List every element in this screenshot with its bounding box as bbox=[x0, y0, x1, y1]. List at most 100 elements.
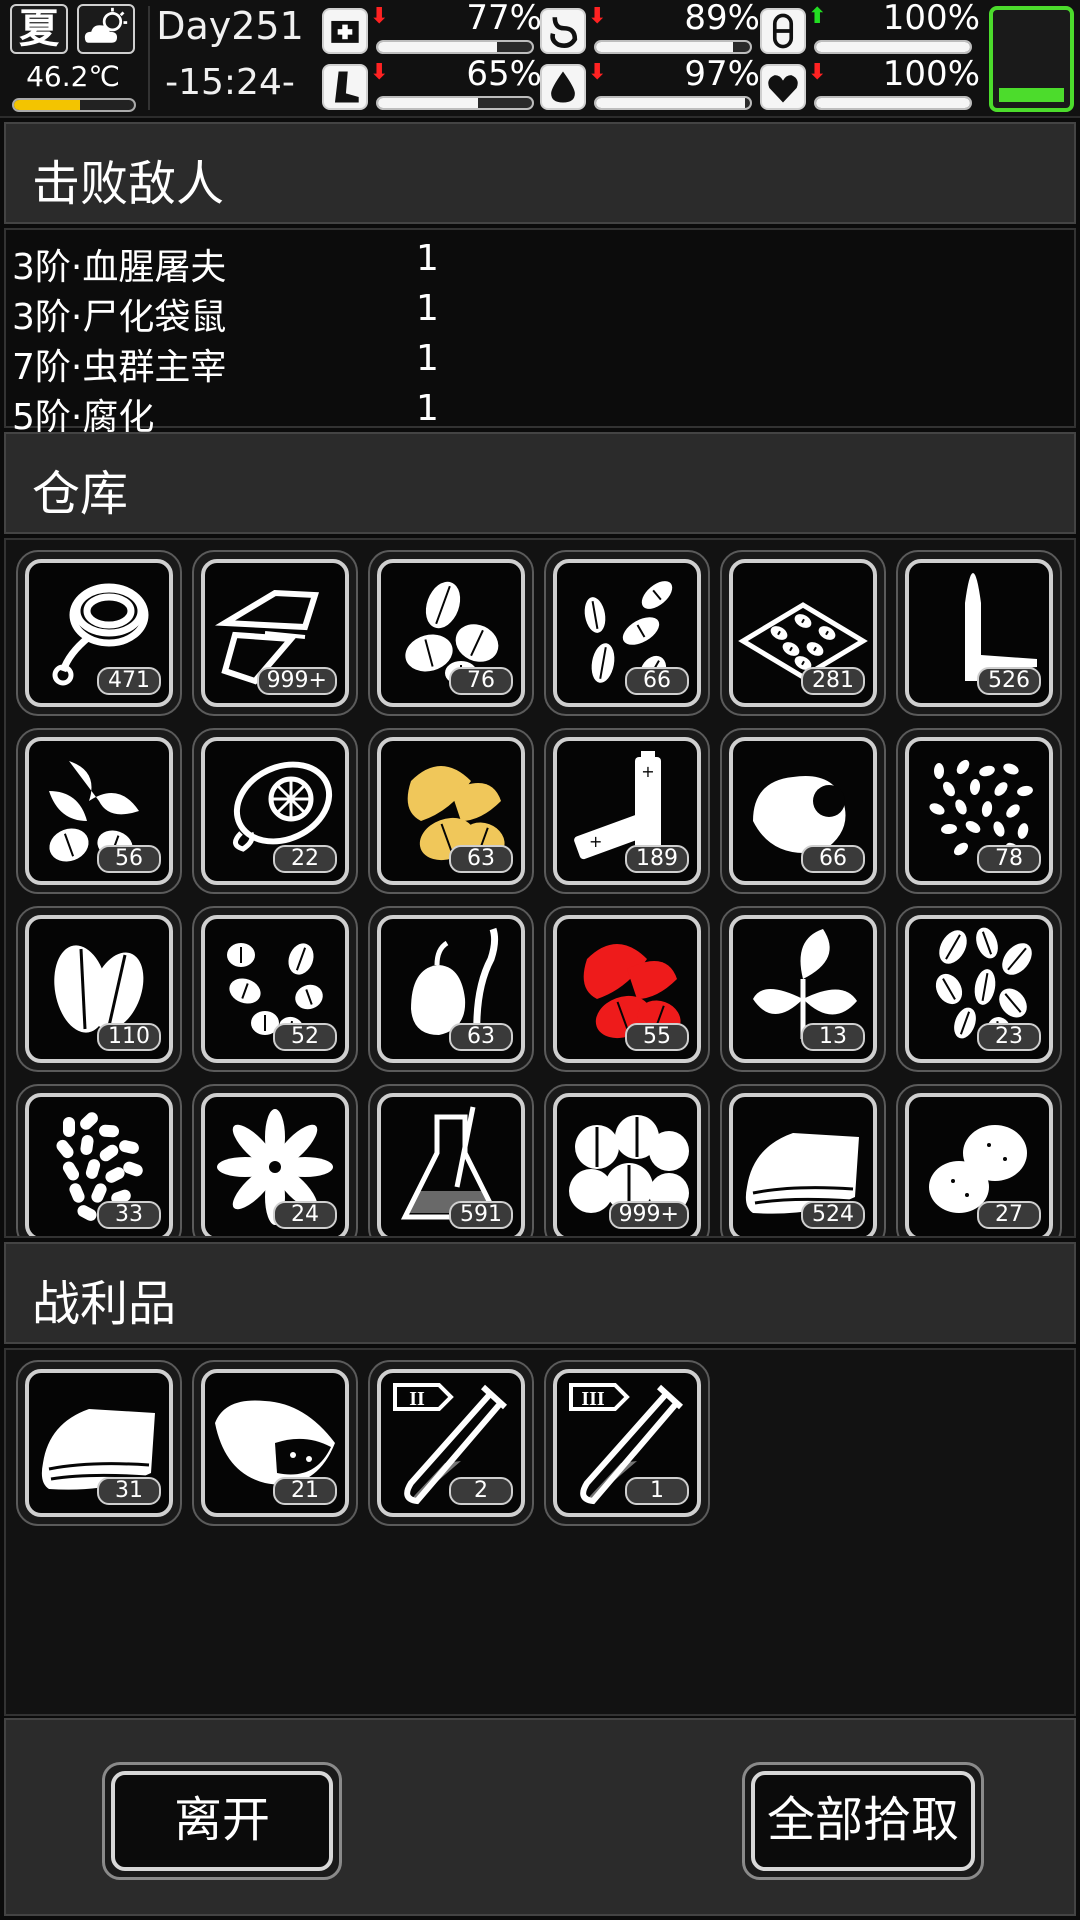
item-count: 63 bbox=[449, 1023, 513, 1051]
item-slot[interactable]: 76 bbox=[368, 550, 534, 716]
item-count: 63 bbox=[449, 845, 513, 873]
loot-grid: 31 21 II 2 III 1 bbox=[4, 1348, 1076, 1716]
list-item: 7阶·虫群主宰 1 bbox=[12, 338, 1012, 388]
stat-bar-fill bbox=[378, 98, 479, 108]
stat-hunger: ⬇ 89% bbox=[540, 0, 760, 58]
item-slot[interactable]: 999+ bbox=[192, 550, 358, 716]
item-count: 27 bbox=[977, 1201, 1041, 1229]
season-badge: 夏 bbox=[10, 4, 68, 54]
menu-button[interactable] bbox=[989, 6, 1074, 112]
list-item: 3阶·尸化袋鼠 1 bbox=[12, 288, 1012, 338]
leg-icon bbox=[322, 64, 368, 110]
item-slot[interactable]: 13 bbox=[720, 906, 886, 1072]
item-count: 2 bbox=[449, 1477, 513, 1505]
item-frame: 24 bbox=[201, 1093, 349, 1236]
item-slot[interactable]: 591 bbox=[368, 1084, 534, 1236]
stat-bar-fill bbox=[378, 42, 497, 52]
item-frame: 76 bbox=[377, 559, 525, 707]
enemy-name: 3阶·血腥屠夫 bbox=[12, 247, 227, 288]
stat-mood: ⬇ 100% bbox=[760, 54, 980, 114]
leave-button[interactable]: 离开 bbox=[102, 1762, 342, 1880]
menu-button-fill bbox=[999, 88, 1064, 102]
item-frame: 23 bbox=[905, 915, 1053, 1063]
item-count: 55 bbox=[625, 1023, 689, 1051]
item-frame: II 2 bbox=[377, 1369, 525, 1517]
item-frame: 33 bbox=[25, 1093, 173, 1236]
item-count: 23 bbox=[977, 1023, 1041, 1051]
item-frame: 63 bbox=[377, 737, 525, 885]
item-slot[interactable]: 21 bbox=[192, 1360, 358, 1526]
item-slot[interactable]: 63 bbox=[368, 728, 534, 894]
item-slot[interactable]: 78 bbox=[896, 728, 1062, 894]
trend-arrow-icon: ⬇ bbox=[588, 60, 607, 85]
item-slot[interactable]: 22 bbox=[192, 728, 358, 894]
stat-bar bbox=[814, 40, 972, 54]
item-count: 56 bbox=[97, 845, 161, 873]
item-slot[interactable]: 471 bbox=[16, 550, 182, 716]
stat-bar bbox=[594, 40, 752, 54]
temperature-fill bbox=[14, 100, 80, 110]
trend-arrow-icon: ⬇ bbox=[808, 60, 827, 85]
pill-icon bbox=[760, 8, 806, 54]
item-count: 24 bbox=[273, 1201, 337, 1229]
item-count: 66 bbox=[801, 845, 865, 873]
item-slot[interactable]: 526 bbox=[896, 550, 1062, 716]
item-slot[interactable]: 55 bbox=[544, 906, 710, 1072]
svg-text:+: + bbox=[589, 832, 602, 851]
item-frame: 13 bbox=[729, 915, 877, 1063]
item-frame: 471 bbox=[25, 559, 173, 707]
item-slot[interactable]: 281 bbox=[720, 550, 886, 716]
item-count: 13 bbox=[801, 1023, 865, 1051]
stat-stamina: ⬇ 65% bbox=[322, 54, 542, 114]
temperature-bar bbox=[12, 98, 136, 112]
item-slot[interactable]: 24 bbox=[192, 1084, 358, 1236]
item-slot[interactable]: 999+ bbox=[544, 1084, 710, 1236]
stat-health: ⬇ 77% bbox=[322, 0, 542, 58]
item-count: 524 bbox=[801, 1201, 865, 1229]
section-title: 仓库 bbox=[32, 466, 129, 522]
item-slot[interactable]: + +189 bbox=[544, 728, 710, 894]
item-slot[interactable]: 66 bbox=[720, 728, 886, 894]
item-slot[interactable]: 31 bbox=[16, 1360, 182, 1526]
item-slot[interactable]: III 1 bbox=[544, 1360, 710, 1526]
item-slot[interactable]: 27 bbox=[896, 1084, 1062, 1236]
trend-arrow-icon: ⬇ bbox=[370, 60, 389, 85]
item-slot[interactable]: 524 bbox=[720, 1084, 886, 1236]
stomach-icon bbox=[540, 8, 586, 54]
item-slot[interactable]: 66 bbox=[544, 550, 710, 716]
stat-bar-fill bbox=[816, 42, 970, 52]
item-frame: 56 bbox=[25, 737, 173, 885]
medkit-icon bbox=[322, 8, 368, 54]
trend-arrow-icon: ⬆ bbox=[808, 4, 827, 29]
clock: -15:24- bbox=[165, 62, 295, 103]
section-title: 击败敌人 bbox=[32, 156, 225, 212]
item-count: 1 bbox=[625, 1477, 689, 1505]
stat-value: 100% bbox=[882, 54, 980, 94]
item-count: 33 bbox=[97, 1201, 161, 1229]
stat-value: 100% bbox=[882, 0, 980, 38]
item-frame: 66 bbox=[553, 559, 701, 707]
enemy-count: 1 bbox=[416, 388, 439, 429]
item-count: 591 bbox=[449, 1201, 513, 1229]
item-slot[interactable]: 56 bbox=[16, 728, 182, 894]
partly-cloudy-icon bbox=[77, 4, 135, 54]
pick-all-button[interactable]: 全部拾取 bbox=[742, 1762, 984, 1880]
item-slot[interactable]: 33 bbox=[16, 1084, 182, 1236]
stat-bar-fill bbox=[596, 98, 746, 108]
item-slot[interactable]: 52 bbox=[192, 906, 358, 1072]
item-count: 110 bbox=[97, 1023, 161, 1051]
svg-text:III: III bbox=[581, 1388, 605, 1410]
trend-arrow-icon: ⬇ bbox=[370, 4, 389, 29]
status-bar: 夏 46.2℃ Day251 -15:24- ⬇ 77% ⬇ 89% ⬆ 100% ⬇ 65%… bbox=[0, 0, 1080, 118]
stat-value: 97% bbox=[684, 54, 760, 94]
item-count: 22 bbox=[273, 845, 337, 873]
item-slot[interactable]: 63 bbox=[368, 906, 534, 1072]
list-item: 5阶·腐化 1 bbox=[12, 388, 1012, 438]
item-slot[interactable]: II 2 bbox=[368, 1360, 534, 1526]
stat-bar bbox=[376, 40, 534, 54]
enemy-count: 1 bbox=[416, 338, 439, 379]
item-slot[interactable]: 23 bbox=[896, 906, 1062, 1072]
item-count: 52 bbox=[273, 1023, 337, 1051]
item-slot[interactable]: 110 bbox=[16, 906, 182, 1072]
enemy-count: 1 bbox=[416, 238, 439, 279]
